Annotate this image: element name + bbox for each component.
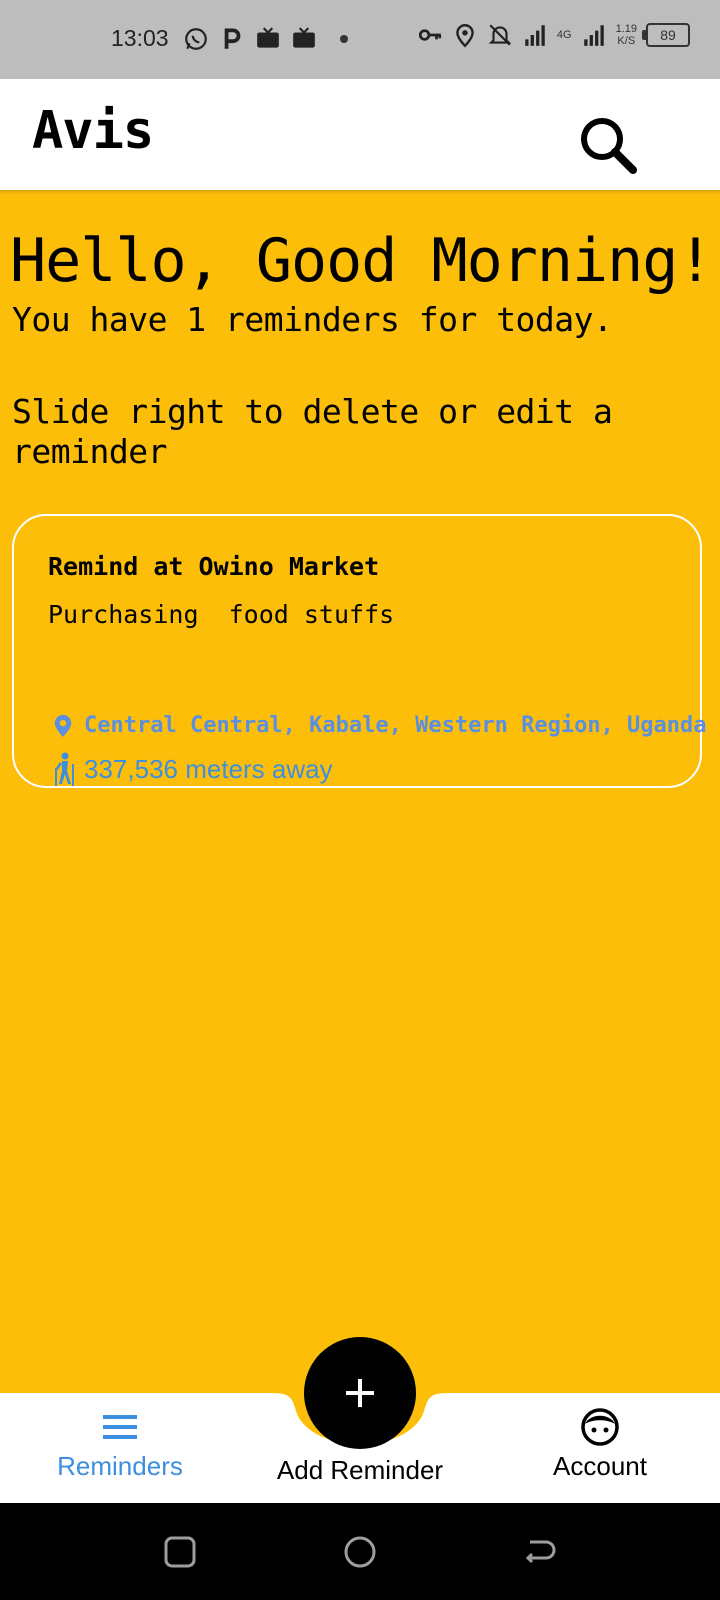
nav-reminders[interactable]: Reminders (0, 1407, 240, 1482)
whatsapp-icon (185, 28, 207, 50)
nav-add-reminder-label: Add Reminder (276, 1455, 444, 1485)
notification-icons (183, 26, 349, 52)
reminder-location: Central Central, Kabale, Western Region,… (52, 712, 707, 738)
system-navigation-bar (0, 1503, 720, 1600)
status-right-icons: 4G 1.19 K/S 89 (417, 22, 690, 48)
nav-account[interactable]: Account (480, 1407, 720, 1482)
nav-account-label: Account (553, 1451, 647, 1481)
network-speed: 1.19 K/S (616, 23, 637, 47)
nav-add-reminder[interactable]: Add Reminder (240, 1455, 480, 1486)
signal-icon-2 (583, 25, 604, 46)
location-pin-icon (54, 714, 72, 737)
nav-reminders-label: Reminders (57, 1451, 183, 1481)
account-face-icon (581, 1408, 619, 1446)
menu-icon (103, 1415, 137, 1439)
reminder-distance: 337,536 meters away (52, 752, 333, 786)
swipe-hint: Slide right to delete or edit a reminder (12, 392, 613, 471)
reminder-card[interactable]: Remind at Owino Market Purchasing food s… (12, 514, 707, 788)
plus-icon (346, 1379, 374, 1407)
network-type: 4G (556, 29, 572, 41)
battery-icon: 89 (642, 23, 690, 47)
search-icon[interactable] (576, 113, 642, 179)
app-title: Avis (32, 101, 154, 161)
location-status-icon (456, 24, 474, 48)
notifications-off-icon (488, 24, 512, 46)
back-icon[interactable] (522, 1534, 558, 1570)
add-reminder-fab[interactable] (304, 1337, 416, 1449)
reminder-location-text: Central Central, Kabale, Western Region,… (84, 712, 707, 738)
greeting-title: Hello, Good Morning! (10, 226, 713, 296)
hiking-icon (54, 752, 74, 786)
reminder-distance-text: 337,536 meters away (84, 753, 333, 784)
tv-icon-2 (293, 27, 315, 48)
network-speed-unit: K/S (617, 35, 636, 47)
home-icon[interactable] (342, 1534, 378, 1570)
reminder-count-text: You have 1 reminders for today. (12, 300, 613, 339)
network-speed-value: 1.19 (615, 23, 637, 35)
app-bar: Avis (0, 79, 720, 190)
tv-icon (257, 27, 279, 48)
status-time: 13:03 (111, 25, 169, 51)
signal-icon (525, 25, 545, 46)
p-app-icon (224, 28, 241, 49)
reminder-title: Remind at Owino Market (48, 552, 380, 581)
status-bar: 13:03 4G 1.19 K/S 89 (0, 0, 720, 79)
reminder-description: Purchasing food stuffs (48, 600, 395, 629)
more-notifications-dot-icon (340, 35, 348, 43)
recent-apps-icon[interactable] (162, 1534, 198, 1570)
vpn-key-icon (418, 29, 441, 41)
